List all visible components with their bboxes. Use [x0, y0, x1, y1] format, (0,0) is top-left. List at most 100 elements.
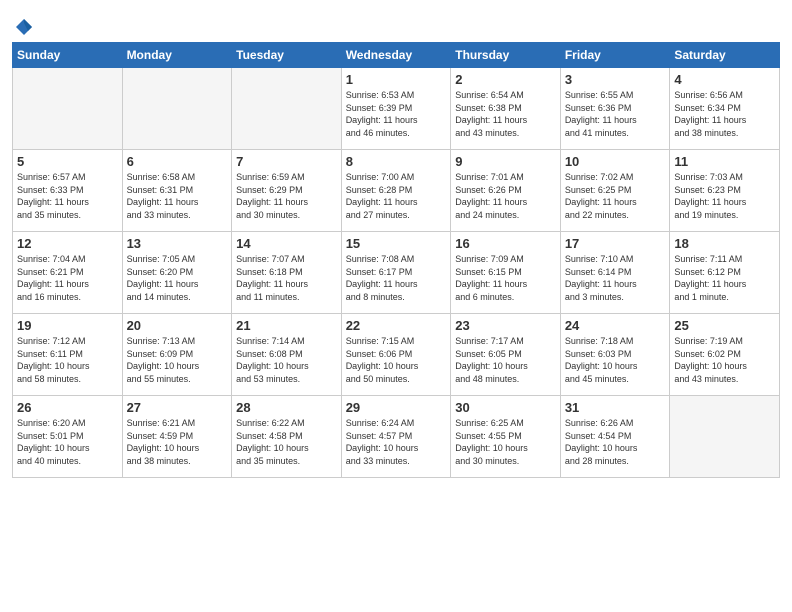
day-number: 30: [455, 400, 556, 415]
day-number: 13: [127, 236, 228, 251]
day-info: Sunrise: 7:12 AM Sunset: 6:11 PM Dayligh…: [17, 335, 118, 385]
calendar-cell: 30 Sunrise: 6:25 AM Sunset: 4:55 PM Dayli…: [451, 396, 561, 478]
day-info: Sunrise: 7:09 AM Sunset: 6:15 PM Dayligh…: [455, 253, 556, 303]
day-info: Sunrise: 7:08 AM Sunset: 6:17 PM Dayligh…: [346, 253, 447, 303]
day-info: Sunrise: 6:24 AM Sunset: 4:57 PM Dayligh…: [346, 417, 447, 467]
calendar-cell: 19Sunrise: 7:12 AM Sunset: 6:11 PM Dayli…: [13, 314, 123, 396]
day-number: 17: [565, 236, 666, 251]
day-number: 11: [674, 154, 775, 169]
day-info: Sunrise: 7:03 AM Sunset: 6:23 PM Dayligh…: [674, 171, 775, 221]
calendar-cell: 3 Sunrise: 6:55 AM Sunset: 6:36 PM Daylig…: [560, 68, 670, 150]
day-info: Sunrise: 6:25 AM Sunset: 4:55 PM Dayligh…: [455, 417, 556, 467]
weekday-header-saturday: Saturday: [670, 43, 780, 68]
calendar-table: SundayMondayTuesdayWednesdayThursdayFrid…: [12, 42, 780, 478]
day-number: 28: [236, 400, 337, 415]
day-number: 5: [17, 154, 118, 169]
day-number: 10: [565, 154, 666, 169]
day-number: 4: [674, 72, 775, 87]
calendar-cell: 14 Sunrise: 7:07 AM Sunset: 6:18 PM Dayli…: [232, 232, 342, 314]
calendar-week-3: 19Sunrise: 7:12 AM Sunset: 6:11 PM Dayli…: [13, 314, 780, 396]
calendar-cell: 28 Sunrise: 6:22 AM Sunset: 4:58 PM Dayli…: [232, 396, 342, 478]
day-info: Sunrise: 7:13 AM Sunset: 6:09 PM Dayligh…: [127, 335, 228, 385]
day-number: 26: [17, 400, 118, 415]
day-number: 14: [236, 236, 337, 251]
day-number: 16: [455, 236, 556, 251]
day-info: Sunrise: 7:10 AM Sunset: 6:14 PM Dayligh…: [565, 253, 666, 303]
day-info: Sunrise: 6:26 AM Sunset: 4:54 PM Dayligh…: [565, 417, 666, 467]
day-info: Sunrise: 6:54 AM Sunset: 6:38 PM Dayligh…: [455, 89, 556, 139]
day-info: Sunrise: 7:17 AM Sunset: 6:05 PM Dayligh…: [455, 335, 556, 385]
weekday-header-monday: Monday: [122, 43, 232, 68]
calendar-cell: 24Sunrise: 7:18 AM Sunset: 6:03 PM Dayli…: [560, 314, 670, 396]
weekday-header-tuesday: Tuesday: [232, 43, 342, 68]
header: [12, 10, 780, 34]
day-number: 25: [674, 318, 775, 333]
calendar-cell: 5 Sunrise: 6:57 AM Sunset: 6:33 PM Daylig…: [13, 150, 123, 232]
weekday-header-wednesday: Wednesday: [341, 43, 451, 68]
calendar-cell: 20Sunrise: 7:13 AM Sunset: 6:09 PM Dayli…: [122, 314, 232, 396]
calendar-cell: 26 Sunrise: 6:20 AM Sunset: 5:01 PM Dayli…: [13, 396, 123, 478]
calendar-cell: [232, 68, 342, 150]
day-info: Sunrise: 7:07 AM Sunset: 6:18 PM Dayligh…: [236, 253, 337, 303]
calendar-cell: [670, 396, 780, 478]
day-number: 2: [455, 72, 556, 87]
calendar-body: 1Sunrise: 6:53 AM Sunset: 6:39 PM Daylig…: [13, 68, 780, 478]
logo: [12, 14, 32, 34]
day-number: 21: [236, 318, 337, 333]
day-info: Sunrise: 6:59 AM Sunset: 6:29 PM Dayligh…: [236, 171, 337, 221]
day-info: Sunrise: 6:58 AM Sunset: 6:31 PM Dayligh…: [127, 171, 228, 221]
day-number: 23: [455, 318, 556, 333]
day-number: 1: [346, 72, 447, 87]
calendar-header-row: SundayMondayTuesdayWednesdayThursdayFrid…: [13, 43, 780, 68]
day-number: 3: [565, 72, 666, 87]
calendar-cell: 7 Sunrise: 6:59 AM Sunset: 6:29 PM Daylig…: [232, 150, 342, 232]
calendar-cell: 27Sunrise: 6:21 AM Sunset: 4:59 PM Dayli…: [122, 396, 232, 478]
day-info: Sunrise: 7:11 AM Sunset: 6:12 PM Dayligh…: [674, 253, 775, 303]
day-number: 7: [236, 154, 337, 169]
day-number: 8: [346, 154, 447, 169]
calendar-cell: 11 Sunrise: 7:03 AM Sunset: 6:23 PM Dayli…: [670, 150, 780, 232]
calendar-cell: 10Sunrise: 7:02 AM Sunset: 6:25 PM Dayli…: [560, 150, 670, 232]
page-container: SundayMondayTuesdayWednesdayThursdayFrid…: [0, 0, 792, 488]
calendar-cell: 22 Sunrise: 7:15 AM Sunset: 6:06 PM Dayli…: [341, 314, 451, 396]
calendar-cell: 29 Sunrise: 6:24 AM Sunset: 4:57 PM Dayli…: [341, 396, 451, 478]
calendar-cell: 1Sunrise: 6:53 AM Sunset: 6:39 PM Daylig…: [341, 68, 451, 150]
calendar-cell: 12Sunrise: 7:04 AM Sunset: 6:21 PM Dayli…: [13, 232, 123, 314]
day-number: 9: [455, 154, 556, 169]
calendar-cell: 8 Sunrise: 7:00 AM Sunset: 6:28 PM Daylig…: [341, 150, 451, 232]
day-info: Sunrise: 6:22 AM Sunset: 4:58 PM Dayligh…: [236, 417, 337, 467]
calendar-cell: 23 Sunrise: 7:17 AM Sunset: 6:05 PM Dayli…: [451, 314, 561, 396]
calendar-cell: 2 Sunrise: 6:54 AM Sunset: 6:38 PM Daylig…: [451, 68, 561, 150]
day-info: Sunrise: 7:00 AM Sunset: 6:28 PM Dayligh…: [346, 171, 447, 221]
calendar-cell: 31Sunrise: 6:26 AM Sunset: 4:54 PM Dayli…: [560, 396, 670, 478]
calendar-cell: 15 Sunrise: 7:08 AM Sunset: 6:17 PM Dayli…: [341, 232, 451, 314]
calendar-cell: 9 Sunrise: 7:01 AM Sunset: 6:26 PM Daylig…: [451, 150, 561, 232]
calendar-cell: 16 Sunrise: 7:09 AM Sunset: 6:15 PM Dayli…: [451, 232, 561, 314]
weekday-header-sunday: Sunday: [13, 43, 123, 68]
day-number: 15: [346, 236, 447, 251]
day-number: 29: [346, 400, 447, 415]
day-info: Sunrise: 7:15 AM Sunset: 6:06 PM Dayligh…: [346, 335, 447, 385]
day-info: Sunrise: 6:20 AM Sunset: 5:01 PM Dayligh…: [17, 417, 118, 467]
calendar-week-1: 5 Sunrise: 6:57 AM Sunset: 6:33 PM Daylig…: [13, 150, 780, 232]
day-info: Sunrise: 6:56 AM Sunset: 6:34 PM Dayligh…: [674, 89, 775, 139]
calendar-week-2: 12Sunrise: 7:04 AM Sunset: 6:21 PM Dayli…: [13, 232, 780, 314]
weekday-header-thursday: Thursday: [451, 43, 561, 68]
day-number: 27: [127, 400, 228, 415]
day-info: Sunrise: 7:01 AM Sunset: 6:26 PM Dayligh…: [455, 171, 556, 221]
day-number: 18: [674, 236, 775, 251]
day-info: Sunrise: 7:19 AM Sunset: 6:02 PM Dayligh…: [674, 335, 775, 385]
calendar-cell: 17 Sunrise: 7:10 AM Sunset: 6:14 PM Dayli…: [560, 232, 670, 314]
calendar-cell: 4 Sunrise: 6:56 AM Sunset: 6:34 PM Daylig…: [670, 68, 780, 150]
day-number: 22: [346, 318, 447, 333]
weekday-header-friday: Friday: [560, 43, 670, 68]
calendar-cell: 13Sunrise: 7:05 AM Sunset: 6:20 PM Dayli…: [122, 232, 232, 314]
calendar-cell: 21 Sunrise: 7:14 AM Sunset: 6:08 PM Dayli…: [232, 314, 342, 396]
day-info: Sunrise: 6:57 AM Sunset: 6:33 PM Dayligh…: [17, 171, 118, 221]
day-info: Sunrise: 6:55 AM Sunset: 6:36 PM Dayligh…: [565, 89, 666, 139]
calendar-cell: [13, 68, 123, 150]
day-info: Sunrise: 7:14 AM Sunset: 6:08 PM Dayligh…: [236, 335, 337, 385]
day-number: 6: [127, 154, 228, 169]
day-number: 24: [565, 318, 666, 333]
day-info: Sunrise: 7:04 AM Sunset: 6:21 PM Dayligh…: [17, 253, 118, 303]
